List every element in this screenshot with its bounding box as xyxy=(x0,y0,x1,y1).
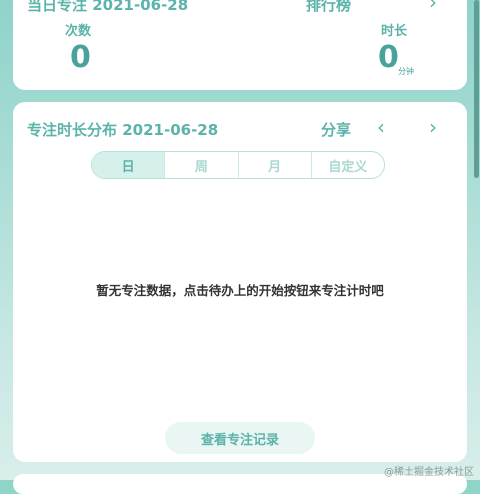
duration-unit: 分钟 xyxy=(398,67,414,76)
count-value: 0 xyxy=(70,40,91,75)
tab-month[interactable]: 月 xyxy=(237,152,311,178)
focus-distribution-card: 专注时长分布 2021-06-28 分享 ‹ › 日 周 月 自定义 暂无专注数… xyxy=(13,102,467,462)
watermark: @稀土掘金技术社区 xyxy=(384,467,474,478)
tab-custom[interactable]: 自定义 xyxy=(310,152,384,178)
period-tabs: 日 周 月 自定义 xyxy=(91,151,385,179)
leaderboard-link[interactable]: 排行榜 xyxy=(306,0,351,15)
scrollbar-thumb[interactable] xyxy=(474,0,479,178)
chevron-right-icon[interactable]: › xyxy=(429,0,437,14)
share-button[interactable]: 分享 xyxy=(321,119,351,140)
empty-state-message: 暂无专注数据，点击待办上的开始按钮来专注计时吧 xyxy=(96,283,384,298)
distribution-title: 专注时长分布 2021-06-28 xyxy=(27,121,219,139)
duration-value: 0 xyxy=(378,40,399,75)
duration-label: 时长 xyxy=(381,24,408,39)
chevron-left-icon[interactable]: ‹ xyxy=(377,115,385,139)
tab-day[interactable]: 日 xyxy=(92,152,165,178)
today-focus-card: 当日专注 2021-06-28 排行榜 › 次数 0 时长 0 分钟 xyxy=(13,0,467,90)
chevron-right-icon[interactable]: › xyxy=(429,115,437,139)
today-focus-title: 当日专注 2021-06-28 xyxy=(27,0,189,14)
view-records-button[interactable]: 查看专注记录 xyxy=(165,422,315,454)
tab-week[interactable]: 周 xyxy=(164,152,237,178)
count-label: 次数 xyxy=(65,24,92,39)
